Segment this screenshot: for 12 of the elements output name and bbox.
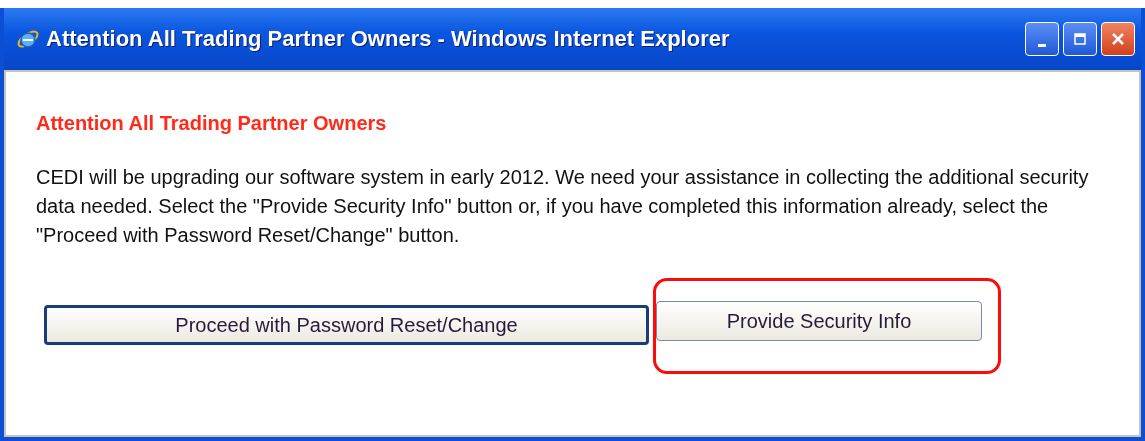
maximize-button[interactable] — [1063, 22, 1097, 56]
action-button[interactable]: Provide Security Info — [656, 301, 982, 341]
browser-logo-icon — [16, 27, 40, 51]
maximize-icon — [1073, 32, 1087, 46]
action-button[interactable]: Proceed with Password Reset/Change — [44, 305, 649, 345]
minimize-button[interactable] — [1025, 22, 1059, 56]
notice-heading: Attention All Trading Partner Owners — [36, 112, 388, 135]
close-button[interactable] — [1101, 22, 1135, 56]
window-title: Attention All Trading Partner Owners - Windows Internet Explorer — [46, 26, 731, 52]
minimize-icon — [1038, 43, 1046, 47]
notice-message: CEDI will be upgrading our software system in early 2012. We need your assistance in collecting the additional security data needed. Select the "Provide Security Info" button or, if you have completed this information already, select the "Proceed with Password Reset/Change" button. — [36, 165, 1090, 248]
close-icon — [1111, 32, 1125, 46]
